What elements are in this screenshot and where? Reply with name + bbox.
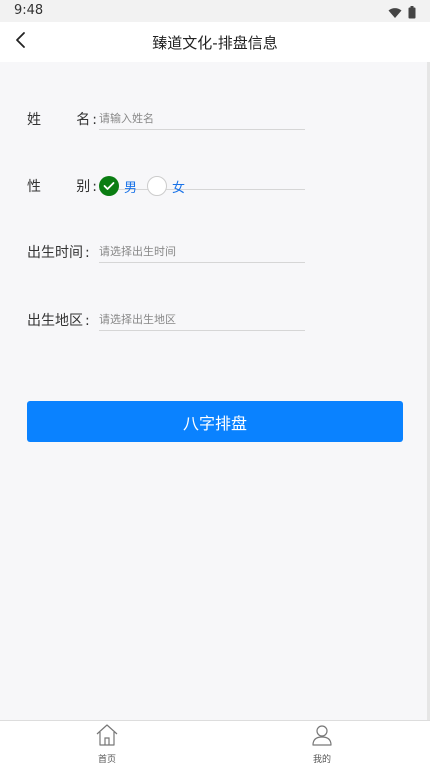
tab-home-label: 首页 [97, 755, 116, 764]
check-icon [99, 176, 119, 196]
birth-time-input[interactable] [99, 244, 305, 258]
gender-radio-group: 男 女 [99, 174, 305, 198]
name-field-wrapper [99, 107, 305, 130]
tab-mine-label: 我的 [312, 755, 331, 764]
page-title: 臻道文化-排盘信息 [152, 34, 278, 52]
name-input[interactable] [99, 111, 305, 125]
name-label: 姓 名: [27, 111, 97, 128]
gender-row: 性 别: 男 女 [27, 174, 305, 198]
status-bar: 9:48 [0, 0, 430, 22]
birth-time-label: 出生时间: [27, 244, 90, 261]
form-container: 姓 名: 性 别: 男 [0, 62, 430, 720]
tab-home[interactable]: 首页 [77, 723, 137, 764]
nav-bar: 臻道文化-排盘信息 [0, 22, 430, 62]
wifi-icon [388, 4, 402, 23]
birth-region-input[interactable] [99, 312, 305, 326]
gender-option-female[interactable]: 女 [147, 176, 185, 196]
tab-mine[interactable]: 我的 [292, 723, 352, 764]
radio-empty-icon [147, 176, 168, 196]
user-icon [310, 723, 334, 751]
gender-option-male[interactable]: 男 [99, 176, 137, 196]
name-row: 姓 名: [27, 107, 305, 130]
bazi-submit-button[interactable]: 八字排盘 [27, 401, 403, 442]
battery-icon [408, 4, 416, 23]
birth-region-label: 出生地区: [27, 312, 90, 329]
gender-label: 性 别: [27, 179, 97, 195]
tab-bar: 首页 我的 [0, 720, 430, 764]
gender-option-label: 女 [172, 180, 186, 196]
status-icons [388, 4, 416, 23]
birth-region-row: 出生地区: [27, 308, 305, 331]
birth-region-field-wrapper [99, 308, 305, 331]
status-time: 9:48 [14, 3, 44, 18]
birth-time-row: 出生时间: [27, 240, 305, 263]
birth-time-field-wrapper [99, 240, 305, 263]
home-icon [95, 723, 119, 751]
app-screen: 9:48 臻道文化-排盘信息 姓 名: 请输入姓名 性 别: 男 女 出生时… [0, 0, 430, 764]
gender-option-label: 男 [124, 180, 138, 196]
